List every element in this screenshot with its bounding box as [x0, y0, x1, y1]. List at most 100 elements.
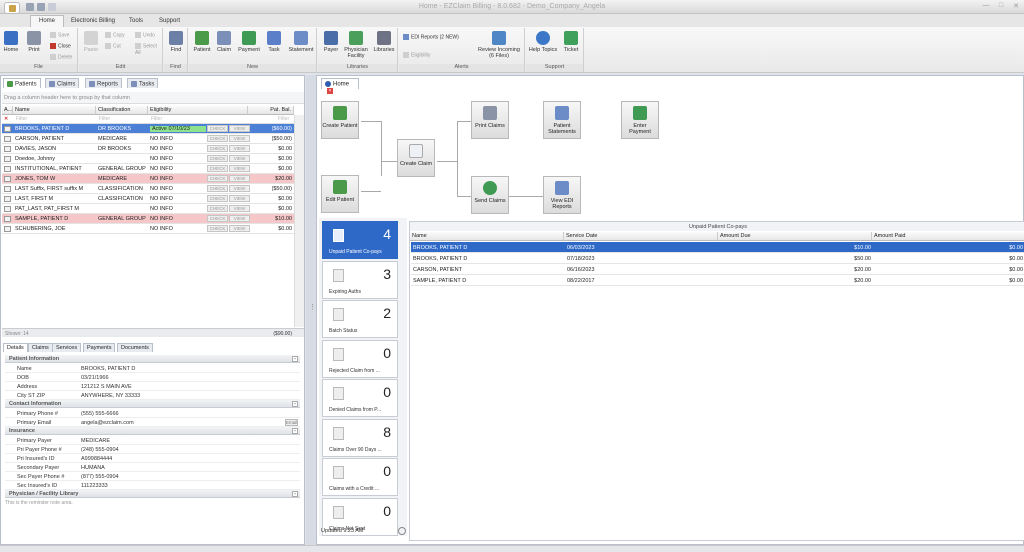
delete-button[interactable]: Delete: [50, 54, 72, 61]
table-row[interactable]: SAMPLE, PATIENT D GENERAL GROUP NO INFO CHE…: [2, 214, 294, 224]
edi-reports-button[interactable]: EDI Reports (2 NEW): [403, 34, 459, 41]
close-tab-icon[interactable]: ×: [327, 87, 333, 94]
tab-reports[interactable]: Reports: [85, 78, 123, 88]
filter-row[interactable]: ✕ Filter Filter Filter Filter: [2, 115, 294, 124]
view-edi-reports-button[interactable]: View EDI Reports: [543, 176, 581, 214]
send-claims-button[interactable]: Send Claims: [471, 176, 509, 214]
tab-detail-claims[interactable]: Claims: [28, 343, 53, 352]
payer-button[interactable]: Payer: [321, 31, 341, 53]
view-eligibility-button[interactable]: VIEW: [229, 175, 250, 182]
summary-card[interactable]: 4 Unpaid Patient Co-pays: [322, 221, 398, 259]
tab-detail-payments[interactable]: Payments: [83, 343, 116, 352]
app-menu-orb[interactable]: [4, 2, 20, 14]
view-eligibility-button[interactable]: VIEW: [229, 185, 250, 192]
patient-statements-button[interactable]: Patient Statements: [543, 101, 581, 139]
col-header-eligibility[interactable]: Eligibility: [148, 106, 248, 115]
table-row[interactable]: JONES, TOM W MEDICARE NO INFO CHECK VIEW $20.…: [2, 174, 294, 184]
clear-filter-icon[interactable]: ✕: [4, 116, 8, 122]
table-row[interactable]: PAT_LAST, PAT_FIRST M NO INFO CHECK VIEW $0.…: [2, 204, 294, 214]
check-eligibility-button[interactable]: CHECK: [207, 195, 228, 202]
section-contact-information[interactable]: Contact Information -: [5, 400, 300, 408]
view-eligibility-button[interactable]: VIEW: [229, 205, 250, 212]
summary-card[interactable]: 0 Claims with a Credit ...: [322, 458, 398, 496]
create-claim-button[interactable]: Create Claim: [397, 139, 435, 177]
refresh-icon[interactable]: [398, 527, 406, 535]
tab-detail-documents[interactable]: Documents: [117, 343, 153, 352]
view-eligibility-button[interactable]: VIEW: [229, 145, 250, 152]
check-eligibility-button[interactable]: CHECK: [207, 225, 228, 232]
new-patient-button[interactable]: Patient: [192, 31, 212, 53]
group-by-area[interactable]: Drag a column header here to group by th…: [2, 92, 304, 104]
reminder-note[interactable]: This is the reminder note area.: [5, 500, 73, 506]
libraries-button[interactable]: Libraries: [372, 31, 396, 53]
new-statement-button[interactable]: Statement: [286, 31, 316, 53]
summary-card[interactable]: 8 Claims Over 90 Days ...: [322, 418, 398, 457]
view-eligibility-button[interactable]: VIEW: [229, 225, 250, 232]
close-window-icon[interactable]: ✕: [1010, 2, 1022, 12]
summary-card[interactable]: 3 Expiring Auths: [322, 260, 398, 299]
minimize-icon[interactable]: —: [980, 2, 992, 12]
check-eligibility-button[interactable]: CHECK: [207, 165, 228, 172]
view-eligibility-button[interactable]: VIEW: [229, 215, 250, 222]
check-eligibility-button[interactable]: CHECK: [207, 215, 228, 222]
edit-patient-button[interactable]: Edit Patient: [321, 175, 359, 213]
table-row[interactable]: CARSON, PATIENT MEDICARE NO INFO CHECK VIEW (…: [2, 134, 294, 144]
check-eligibility-button[interactable]: CHECK: [207, 145, 228, 152]
eligibility-filter-input[interactable]: Filter: [151, 116, 162, 122]
collapse-icon[interactable]: -: [292, 401, 298, 407]
col-header-amount-due[interactable]: Amount Due: [718, 232, 872, 241]
save-button[interactable]: Save: [50, 32, 69, 39]
table-row[interactable]: CARSON, PATIENT 06/16/2023 $20.00 $0.00: [411, 264, 1024, 275]
qat-save-icon[interactable]: [26, 3, 34, 11]
tab-claims[interactable]: Claims: [45, 78, 80, 88]
copy-button[interactable]: Copy: [105, 32, 125, 39]
help-topics-button[interactable]: Help Topics: [528, 31, 558, 53]
find-button[interactable]: Find: [168, 31, 184, 53]
paste-button[interactable]: Paste: [83, 31, 99, 53]
col-header-service-date[interactable]: Service Date: [564, 232, 718, 241]
home-button[interactable]: Home: [3, 31, 19, 53]
table-row[interactable]: BROOKS, PATIENT D DR BROOKS Active 07/10/2…: [2, 124, 294, 134]
tab-home[interactable]: Home: [30, 15, 65, 27]
undo-button[interactable]: Undo: [135, 32, 155, 39]
col-header-amount-paid[interactable]: Amount Paid: [872, 232, 1024, 241]
summary-card[interactable]: 0 Denied Claims from P...: [322, 379, 398, 417]
tab-detail-services[interactable]: Services: [52, 343, 82, 352]
patients-scrollbar[interactable]: [294, 115, 304, 327]
cut-button[interactable]: Cut: [105, 43, 121, 50]
ticket-button[interactable]: Ticket: [561, 31, 581, 53]
view-eligibility-button[interactable]: VIEW: [229, 165, 250, 172]
collapse-icon[interactable]: -: [292, 491, 298, 497]
col-header-pat-bal[interactable]: Pat. Bal.: [248, 106, 294, 115]
name-filter-input[interactable]: Filter: [16, 116, 27, 122]
check-eligibility-button[interactable]: CHECK: [207, 135, 228, 142]
view-eligibility-button[interactable]: VIEW: [229, 125, 250, 132]
view-eligibility-button[interactable]: VIEW: [229, 135, 250, 142]
enter-payment-button[interactable]: Enter Payment: [621, 101, 659, 139]
section-insurance[interactable]: Insurance -: [5, 427, 300, 435]
col-header-name[interactable]: Name: [13, 106, 96, 115]
eligibility-button[interactable]: Eligibility: [403, 52, 430, 59]
create-patient-button[interactable]: Create Patient: [321, 101, 359, 139]
print-claims-button[interactable]: Print Claims: [471, 101, 509, 139]
table-row[interactable]: BROOKS, PATIENT D 07/18/2023 $50.00 $0.00: [411, 253, 1024, 264]
balance-filter-input[interactable]: Filter: [278, 116, 289, 122]
table-row[interactable]: INSTITUTIONAL, PATIENT GENERAL GROUP NO IN…: [2, 164, 294, 174]
review-incoming-button[interactable]: Review Incoming (6 Files): [475, 31, 523, 59]
new-task-button[interactable]: Task: [265, 31, 283, 53]
email-button[interactable]: Email: [285, 419, 298, 426]
tab-details[interactable]: Details: [3, 343, 28, 352]
table-row[interactable]: LAST, FIRST M CLASSIFICATION NO INFO CHECK V…: [2, 194, 294, 204]
table-row[interactable]: SCHUBERING, JOE NO INFO CHECK VIEW $0.00: [2, 224, 294, 234]
print-button[interactable]: Print: [24, 31, 44, 53]
classification-filter-input[interactable]: Filter: [99, 116, 110, 122]
maximize-icon[interactable]: □: [995, 2, 1007, 12]
tab-patients[interactable]: Patients: [3, 78, 41, 88]
physician-facility-button[interactable]: Physician Facility: [342, 31, 370, 59]
col-header-alert[interactable]: A...: [2, 106, 13, 115]
panel-splitter[interactable]: ⋮: [306, 75, 316, 545]
home-document-tab[interactable]: Home×: [321, 78, 359, 94]
qat-print-icon[interactable]: [37, 3, 45, 11]
col-header-unpaid-name[interactable]: Name: [410, 232, 564, 241]
tab-electronic-billing[interactable]: Electronic Billing: [62, 15, 124, 27]
